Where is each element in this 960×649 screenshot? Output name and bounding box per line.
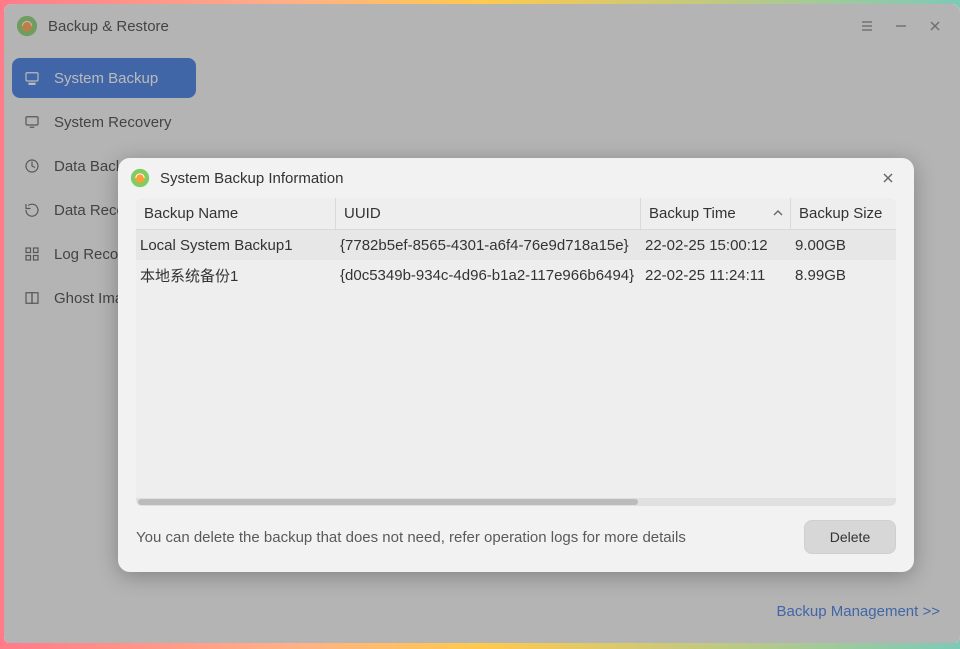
cell-time: 22-02-25 15:00:12 (641, 230, 791, 260)
dialog-title: System Backup Information (160, 170, 343, 187)
sort-asc-icon (772, 206, 784, 223)
cell-size: 9.00GB (791, 230, 891, 260)
dialog-hint: You can delete the backup that does not … (136, 529, 804, 546)
desktop-background-stripe (0, 643, 960, 649)
cell-time: 22-02-25 11:24:11 (641, 260, 791, 290)
table-row[interactable]: 本地系统备份1 {d0c5349b-934c-4d96-b1a2-117e966… (136, 260, 896, 290)
cell-name: 本地系统备份1 (136, 260, 336, 290)
horizontal-scrollbar[interactable] (136, 498, 896, 506)
col-backup-size[interactable]: Backup Size (791, 198, 891, 229)
cell-uuid: {7782b5ef-8565-4301-a6f4-76e9d718a15e} (336, 230, 641, 260)
col-backup-time[interactable]: Backup Time (641, 198, 791, 229)
dialog-header: System Backup Information (118, 158, 914, 198)
dialog-footer: You can delete the backup that does not … (118, 506, 914, 572)
col-uuid[interactable]: UUID (336, 198, 641, 229)
system-backup-info-dialog: System Backup Information Backup Name UU… (118, 158, 914, 572)
table-row[interactable]: Local System Backup1 {7782b5ef-8565-4301… (136, 230, 896, 260)
backup-table: Backup Name UUID Backup Time Backup Size… (136, 198, 896, 506)
cell-size: 8.99GB (791, 260, 891, 290)
dialog-close-button[interactable] (874, 164, 902, 192)
table-header: Backup Name UUID Backup Time Backup Size (136, 198, 896, 230)
dialog-logo-icon (130, 168, 150, 188)
col-backup-name[interactable]: Backup Name (136, 198, 336, 229)
scrollbar-thumb[interactable] (138, 499, 638, 505)
cell-uuid: {d0c5349b-934c-4d96-b1a2-117e966b6494} (336, 260, 641, 290)
delete-button[interactable]: Delete (804, 520, 896, 554)
cell-name: Local System Backup1 (136, 230, 336, 260)
